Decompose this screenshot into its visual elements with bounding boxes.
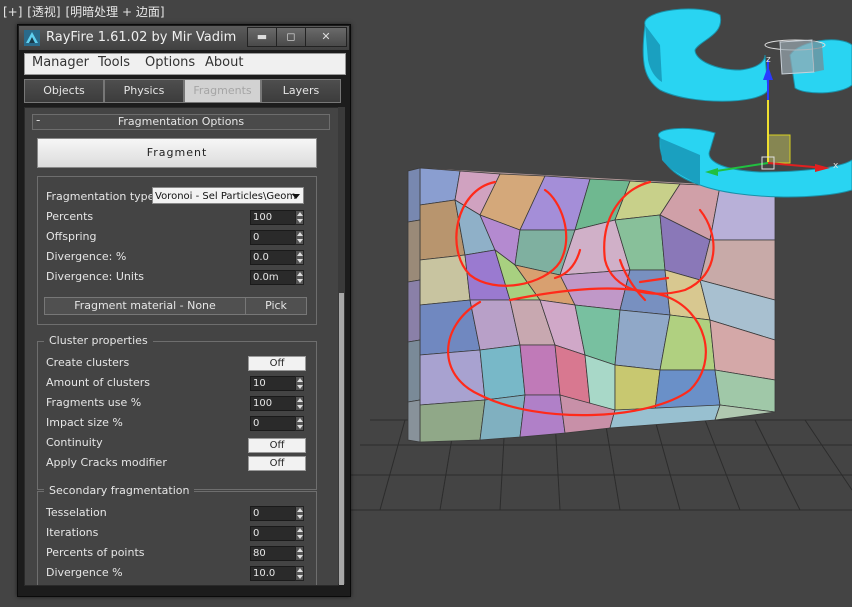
menu-item-tools[interactable]: Tools (98, 55, 130, 70)
secondary-divergence-value[interactable]: 10.0 (250, 566, 296, 581)
amount-of-clusters-spinner[interactable]: 10 (250, 376, 304, 391)
amount-of-clusters-value[interactable]: 10 (250, 376, 296, 391)
spinner-arrows-icon[interactable] (295, 230, 304, 245)
spinner-arrows-icon[interactable] (295, 250, 304, 265)
viewcube[interactable] (779, 39, 824, 75)
menu-item-options[interactable]: Options (145, 55, 195, 70)
fragmentation-type-label: Fragmentation type (46, 190, 155, 203)
rollout-header[interactable]: - Fragmentation Options (32, 113, 330, 130)
fragmentation-type-value: Voronoi - Sel Particles\Geom (155, 191, 297, 202)
offspring-value[interactable]: 0 (250, 230, 296, 245)
divergence-units-value[interactable]: 0.0m (250, 270, 296, 285)
fragments-use-label: Fragments use % (46, 396, 142, 409)
impact-size-value[interactable]: 0 (250, 416, 296, 431)
spinner-arrows-icon[interactable] (295, 416, 304, 431)
offspring-spinner[interactable]: 0 (250, 230, 304, 245)
secondary-fragmentation-title: Secondary fragmentation (44, 484, 195, 497)
impact-size-label: Impact size % (46, 416, 123, 429)
tesselation-spinner[interactable]: 0 (250, 506, 304, 521)
viewport-menu-shading[interactable]: [明暗处理 + 边面] (65, 5, 164, 19)
secondary-fragmentation-group: Secondary fragmentation Tesselation 0 It… (37, 484, 317, 585)
fragmentation-group: Fragmentation type Voronoi - Sel Particl… (37, 176, 317, 325)
spinner-arrows-icon[interactable] (295, 546, 304, 561)
percents-value[interactable]: 100 (250, 210, 296, 225)
rayfire-logo-icon (24, 30, 40, 46)
spinner-arrows-icon[interactable] (295, 270, 304, 285)
divergence-units-spinner[interactable]: 0.0m (250, 270, 304, 285)
percents-of-points-spinner[interactable]: 80 (250, 546, 304, 561)
scrollbar-thumb[interactable] (339, 293, 344, 585)
iterations-value[interactable]: 0 (250, 526, 296, 541)
panel-scrollbar[interactable] (338, 107, 345, 585)
tab-layers[interactable]: Layers (261, 79, 341, 103)
fragments-use-spinner[interactable]: 100 (250, 396, 304, 411)
spinner-arrows-icon[interactable] (295, 506, 304, 521)
percents-of-points-label: Percents of points (46, 546, 145, 559)
menu-bar: Manager Tools Options About (24, 53, 346, 75)
menu-item-about[interactable]: About (205, 55, 243, 70)
viewport-label[interactable]: [+] [透视] [明暗处理 + 边面] (3, 3, 166, 20)
percents-label: Percents (46, 210, 94, 223)
spinner-arrows-icon[interactable] (295, 210, 304, 225)
continuity-label: Continuity (46, 436, 103, 449)
percents-spinner[interactable]: 100 (250, 210, 304, 225)
create-clusters-label: Create clusters (46, 356, 130, 369)
rayfire-window[interactable]: RayFire 1.61.02 by Mir Vadim ▬ ◻ ✕ Manag… (17, 24, 351, 597)
cluster-properties-group: Cluster properties Create clusters Off A… (37, 334, 317, 490)
fragments-panel: - Fragmentation Options Fragment Fragmen… (24, 107, 339, 586)
viewport-menu-view[interactable]: [透视] (27, 5, 60, 19)
tab-physics[interactable]: Physics (104, 79, 184, 103)
close-button[interactable]: ✕ (305, 27, 347, 47)
divergence-percent-label: Divergence: % (46, 250, 127, 263)
spinner-arrows-icon[interactable] (295, 566, 304, 581)
gizmo-label-x: x (833, 161, 839, 171)
pick-material-button[interactable]: Pick (245, 297, 307, 315)
minimize-button[interactable]: ▬ (247, 27, 277, 47)
impact-size-spinner[interactable]: 0 (250, 416, 304, 431)
apply-cracks-toggle[interactable]: Off (248, 456, 306, 471)
apply-cracks-label: Apply Cracks modifier (46, 456, 167, 469)
divergence-percent-value[interactable]: 0.0 (250, 250, 296, 265)
menu-item-manager[interactable]: Manager (32, 55, 89, 70)
continuity-toggle[interactable]: Off (248, 438, 306, 453)
tesselation-value[interactable]: 0 (250, 506, 296, 521)
tab-fragments[interactable]: Fragments (184, 79, 261, 103)
gizmo-plane (767, 134, 791, 164)
percents-of-points-value[interactable]: 80 (250, 546, 296, 561)
fragments-use-value[interactable]: 100 (250, 396, 296, 411)
fragment-material-button[interactable]: Fragment material - None (44, 297, 246, 315)
divergence-percent-spinner[interactable]: 0.0 (250, 250, 304, 265)
window-titlebar[interactable]: RayFire 1.61.02 by Mir Vadim ▬ ◻ ✕ (19, 26, 349, 50)
amount-of-clusters-label: Amount of clusters (46, 376, 150, 389)
chevron-down-icon (292, 194, 300, 199)
tesselation-label: Tesselation (46, 506, 107, 519)
tab-objects[interactable]: Objects (24, 79, 104, 103)
spinner-arrows-icon[interactable] (295, 376, 304, 391)
fragment-button[interactable]: Fragment (37, 138, 317, 168)
secondary-divergence-label: Divergence % (46, 566, 123, 579)
spinner-arrows-icon[interactable] (295, 526, 304, 541)
rollout-title: Fragmentation Options (117, 115, 245, 128)
gizmo-label-z: z (766, 55, 771, 65)
iterations-spinner[interactable]: 0 (250, 526, 304, 541)
create-clusters-toggle[interactable]: Off (248, 356, 306, 371)
maximize-button[interactable]: ◻ (276, 27, 306, 47)
window-title: RayFire 1.61.02 by Mir Vadim (46, 30, 237, 45)
divergence-units-label: Divergence: Units (46, 270, 144, 283)
tab-bar: Objects Physics Fragments Layers (24, 79, 344, 103)
offspring-label: Offspring (46, 230, 97, 243)
secondary-divergence-spinner[interactable]: 10.0 (250, 566, 304, 581)
cluster-properties-title: Cluster properties (44, 334, 153, 347)
spinner-arrows-icon[interactable] (295, 396, 304, 411)
fragmentation-type-dropdown[interactable]: Voronoi - Sel Particles\Geom (152, 187, 304, 204)
viewport-menu-plus[interactable]: [+] (3, 5, 22, 19)
iterations-label: Iterations (46, 526, 99, 539)
